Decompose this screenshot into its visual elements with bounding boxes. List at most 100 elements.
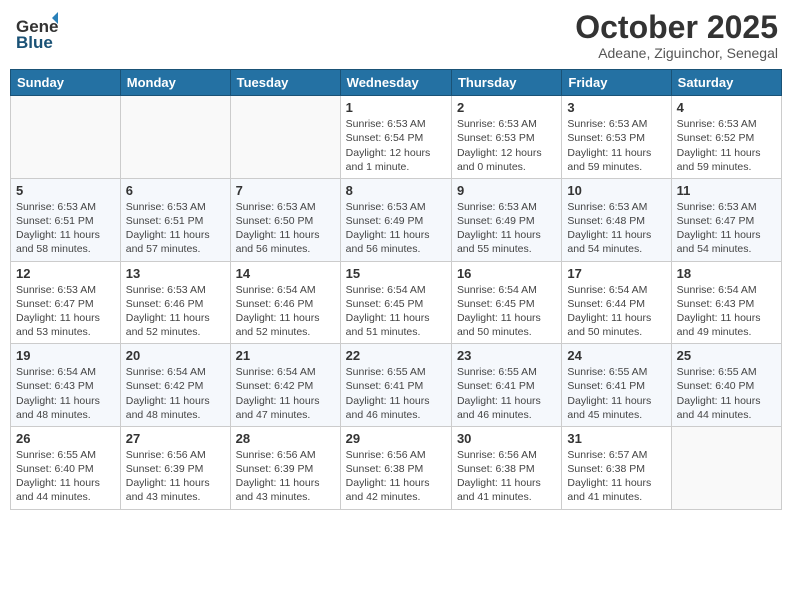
day-info: Sunrise: 6:53 AM Sunset: 6:51 PM Dayligh… [126, 200, 225, 257]
calendar-cell: 1 Sunrise: 6:53 AM Sunset: 6:54 PM Daylig… [340, 96, 451, 179]
location-subtitle: Adeane, Ziguinchor, Senegal [575, 45, 778, 61]
calendar-cell: 6 Sunrise: 6:53 AM Sunset: 6:51 PM Daylig… [120, 178, 230, 261]
calendar-week-row: 12Sunrise: 6:53 AM Sunset: 6:47 PM Dayli… [11, 261, 782, 344]
day-info: Sunrise: 6:53 AM Sunset: 6:49 PM Dayligh… [346, 200, 446, 257]
calendar-cell: 22Sunrise: 6:55 AM Sunset: 6:41 PM Dayli… [340, 344, 451, 427]
calendar-cell: 31 Sunrise: 6:57 AM Sunset: 6:38 PM Dayli… [562, 426, 671, 509]
day-number: 4 [677, 100, 776, 115]
calendar-cell: 28 Sunrise: 6:56 AM Sunset: 6:39 PM Dayli… [230, 426, 340, 509]
day-number: 1 [346, 100, 446, 115]
day-number: 6 [126, 183, 225, 198]
svg-text:Blue: Blue [16, 33, 53, 52]
calendar-week-row: 26 Sunrise: 6:55 AM Sunset: 6:40 PM Dayli… [11, 426, 782, 509]
day-info: Sunrise: 6:56 AM Sunset: 6:39 PM Dayligh… [236, 448, 335, 505]
calendar-cell: 2 Sunrise: 6:53 AM Sunset: 6:53 PM Daylig… [451, 96, 561, 179]
day-number: 9 [457, 183, 556, 198]
calendar-table: SundayMondayTuesdayWednesdayThursdayFrid… [10, 69, 782, 509]
calendar-cell: 13 Sunrise: 6:53 AM Sunset: 6:46 PM Dayli… [120, 261, 230, 344]
day-info: Sunrise: 6:54 AM Sunset: 6:43 PM Dayligh… [16, 365, 115, 422]
day-number: 18 [677, 266, 776, 281]
calendar-cell: 19Sunrise: 6:54 AM Sunset: 6:43 PM Dayli… [11, 344, 121, 427]
day-number: 30 [457, 431, 556, 446]
day-number: 27 [126, 431, 225, 446]
weekday-header-sunday: Sunday [11, 70, 121, 96]
calendar-cell: 24Sunrise: 6:55 AM Sunset: 6:41 PM Dayli… [562, 344, 671, 427]
day-info: Sunrise: 6:54 AM Sunset: 6:45 PM Dayligh… [457, 283, 556, 340]
calendar-cell: 21 Sunrise: 6:54 AM Sunset: 6:42 PM Dayli… [230, 344, 340, 427]
calendar-cell [11, 96, 121, 179]
day-info: Sunrise: 6:55 AM Sunset: 6:40 PM Dayligh… [16, 448, 115, 505]
day-number: 31 [567, 431, 665, 446]
day-number: 13 [126, 266, 225, 281]
calendar-cell: 3Sunrise: 6:53 AM Sunset: 6:53 PM Daylig… [562, 96, 671, 179]
calendar-cell [671, 426, 781, 509]
day-info: Sunrise: 6:56 AM Sunset: 6:38 PM Dayligh… [346, 448, 446, 505]
calendar-cell: 8 Sunrise: 6:53 AM Sunset: 6:49 PM Daylig… [340, 178, 451, 261]
day-info: Sunrise: 6:55 AM Sunset: 6:40 PM Dayligh… [677, 365, 776, 422]
calendar-week-row: 5 Sunrise: 6:53 AM Sunset: 6:51 PM Daylig… [11, 178, 782, 261]
logo: General Blue [14, 10, 58, 59]
day-number: 23 [457, 348, 556, 363]
calendar-cell: 9 Sunrise: 6:53 AM Sunset: 6:49 PM Daylig… [451, 178, 561, 261]
day-info: Sunrise: 6:53 AM Sunset: 6:47 PM Dayligh… [677, 200, 776, 257]
day-number: 21 [236, 348, 335, 363]
day-info: Sunrise: 6:53 AM Sunset: 6:48 PM Dayligh… [567, 200, 665, 257]
day-number: 15 [346, 266, 446, 281]
day-info: Sunrise: 6:54 AM Sunset: 6:45 PM Dayligh… [346, 283, 446, 340]
weekday-header-wednesday: Wednesday [340, 70, 451, 96]
calendar-cell: 15 Sunrise: 6:54 AM Sunset: 6:45 PM Dayli… [340, 261, 451, 344]
logo-icon: General Blue [14, 10, 58, 54]
day-number: 2 [457, 100, 556, 115]
day-number: 14 [236, 266, 335, 281]
day-info: Sunrise: 6:54 AM Sunset: 6:42 PM Dayligh… [236, 365, 335, 422]
calendar-cell: 10 Sunrise: 6:53 AM Sunset: 6:48 PM Dayli… [562, 178, 671, 261]
day-number: 8 [346, 183, 446, 198]
calendar-week-row: 19Sunrise: 6:54 AM Sunset: 6:43 PM Dayli… [11, 344, 782, 427]
day-info: Sunrise: 6:54 AM Sunset: 6:46 PM Dayligh… [236, 283, 335, 340]
calendar-cell: 7Sunrise: 6:53 AM Sunset: 6:50 PM Daylig… [230, 178, 340, 261]
day-info: Sunrise: 6:55 AM Sunset: 6:41 PM Dayligh… [346, 365, 446, 422]
calendar-cell: 16 Sunrise: 6:54 AM Sunset: 6:45 PM Dayli… [451, 261, 561, 344]
day-number: 10 [567, 183, 665, 198]
calendar-cell: 25Sunrise: 6:55 AM Sunset: 6:40 PM Dayli… [671, 344, 781, 427]
day-number: 5 [16, 183, 115, 198]
page-header: General Blue October 2025 Adeane, Ziguin… [10, 10, 782, 61]
day-info: Sunrise: 6:53 AM Sunset: 6:51 PM Dayligh… [16, 200, 115, 257]
calendar-cell: 4Sunrise: 6:53 AM Sunset: 6:52 PM Daylig… [671, 96, 781, 179]
calendar-cell: 29Sunrise: 6:56 AM Sunset: 6:38 PM Dayli… [340, 426, 451, 509]
calendar-cell: 20 Sunrise: 6:54 AM Sunset: 6:42 PM Dayli… [120, 344, 230, 427]
day-info: Sunrise: 6:53 AM Sunset: 6:54 PM Dayligh… [346, 117, 446, 174]
calendar-cell: 11Sunrise: 6:53 AM Sunset: 6:47 PM Dayli… [671, 178, 781, 261]
day-info: Sunrise: 6:54 AM Sunset: 6:42 PM Dayligh… [126, 365, 225, 422]
month-title: October 2025 [575, 10, 778, 45]
weekday-header-thursday: Thursday [451, 70, 561, 96]
weekday-header-row: SundayMondayTuesdayWednesdayThursdayFrid… [11, 70, 782, 96]
calendar-cell: 23 Sunrise: 6:55 AM Sunset: 6:41 PM Dayli… [451, 344, 561, 427]
day-number: 28 [236, 431, 335, 446]
weekday-header-saturday: Saturday [671, 70, 781, 96]
day-info: Sunrise: 6:53 AM Sunset: 6:50 PM Dayligh… [236, 200, 335, 257]
calendar-cell: 12Sunrise: 6:53 AM Sunset: 6:47 PM Dayli… [11, 261, 121, 344]
day-info: Sunrise: 6:53 AM Sunset: 6:46 PM Dayligh… [126, 283, 225, 340]
day-info: Sunrise: 6:56 AM Sunset: 6:38 PM Dayligh… [457, 448, 556, 505]
logo-graphic: General Blue [14, 10, 58, 59]
day-number: 20 [126, 348, 225, 363]
day-number: 17 [567, 266, 665, 281]
day-number: 24 [567, 348, 665, 363]
day-info: Sunrise: 6:56 AM Sunset: 6:39 PM Dayligh… [126, 448, 225, 505]
calendar-cell: 5 Sunrise: 6:53 AM Sunset: 6:51 PM Daylig… [11, 178, 121, 261]
day-info: Sunrise: 6:55 AM Sunset: 6:41 PM Dayligh… [457, 365, 556, 422]
calendar-cell: 27 Sunrise: 6:56 AM Sunset: 6:39 PM Dayli… [120, 426, 230, 509]
day-info: Sunrise: 6:53 AM Sunset: 6:49 PM Dayligh… [457, 200, 556, 257]
day-info: Sunrise: 6:53 AM Sunset: 6:53 PM Dayligh… [567, 117, 665, 174]
day-info: Sunrise: 6:53 AM Sunset: 6:53 PM Dayligh… [457, 117, 556, 174]
day-number: 26 [16, 431, 115, 446]
calendar-cell: 30 Sunrise: 6:56 AM Sunset: 6:38 PM Dayli… [451, 426, 561, 509]
day-info: Sunrise: 6:57 AM Sunset: 6:38 PM Dayligh… [567, 448, 665, 505]
day-number: 12 [16, 266, 115, 281]
calendar-cell: 14 Sunrise: 6:54 AM Sunset: 6:46 PM Dayli… [230, 261, 340, 344]
calendar-cell: 18Sunrise: 6:54 AM Sunset: 6:43 PM Dayli… [671, 261, 781, 344]
day-number: 16 [457, 266, 556, 281]
weekday-header-friday: Friday [562, 70, 671, 96]
calendar-cell: 26 Sunrise: 6:55 AM Sunset: 6:40 PM Dayli… [11, 426, 121, 509]
